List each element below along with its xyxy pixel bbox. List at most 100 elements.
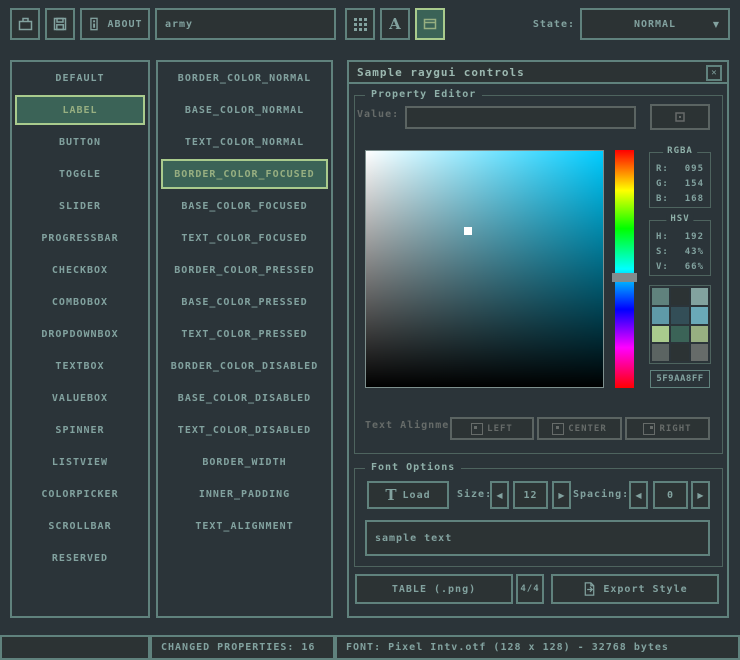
font-A-icon: A [389,15,401,33]
arrow-right-icon: ▶ [697,491,703,500]
state-label: State: [520,8,575,40]
list-item[interactable]: RESERVED [15,543,145,573]
export-style-label: Export Style [603,584,687,595]
list-item[interactable]: SPINNER [15,415,145,445]
hue-slider[interactable] [615,150,634,388]
list-item[interactable]: BORDER_COLOR_PRESSED [161,255,328,285]
sample-text-input[interactable]: sample text [365,520,710,556]
controls-list: DEFAULTLABELBUTTONTOGGLESLIDERPROGRESSBA… [12,62,148,616]
changed-properties-text: CHANGED PROPERTIES: 16 [161,642,315,653]
font-spacing-value-text: 0 [667,490,674,501]
font-spacing-decrease-button[interactable]: ◀ [629,481,648,509]
hex-color-value: 5F9AA8FF [656,374,703,384]
font-size-decrease-button[interactable]: ◀ [490,481,509,509]
close-button[interactable]: ✕ [706,65,722,81]
list-item[interactable]: TEXT_COLOR_PRESSED [161,319,328,349]
value-label: Value: [357,109,399,120]
list-item[interactable]: INNER_PADDING [161,479,328,509]
export-style-button[interactable]: Export Style [551,574,719,604]
hex-color-input[interactable]: 5F9AA8FF [650,370,710,388]
color-swatch[interactable] [652,288,669,305]
color-swatch[interactable] [671,288,688,305]
rgba-r-label: R: [656,162,669,177]
value-edit-button[interactable] [650,104,710,130]
style-name-value: army [165,19,193,30]
hsv-h-value: 192 [685,230,704,245]
list-item[interactable]: BASE_COLOR_DISABLED [161,383,328,413]
rgba-group: RGBA R:095 G:154 B:168 [649,152,711,208]
color-swatch[interactable] [691,344,708,361]
rguistyler-window: ABOUT army A State: NORMAL ▼ DEFAULTLABE… [0,0,740,660]
font-view-button[interactable]: A [380,8,410,40]
list-item[interactable]: BUTTON [15,127,145,157]
align-right-button[interactable]: RIGHT [625,417,710,440]
text-T-icon: T [385,486,396,504]
close-icon: ✕ [711,68,716,78]
list-item[interactable]: COMBOBOX [15,287,145,317]
color-swatch[interactable] [652,307,669,324]
value-input[interactable] [405,106,636,129]
color-swatch[interactable] [691,326,708,343]
align-right-label: RIGHT [659,424,691,434]
font-info-text: FONT: Pixel Intv.otf (128 x 128) - 32768… [346,642,669,653]
color-swatch[interactable] [652,326,669,343]
export-format-counter[interactable]: 4/4 [516,574,544,604]
align-center-label: CENTER [568,424,607,434]
load-font-button[interactable]: T Load [367,481,449,509]
list-item[interactable]: LISTVIEW [15,447,145,477]
font-size-increase-button[interactable]: ▶ [552,481,571,509]
sample-window-title: Sample raygui controls [357,66,525,79]
about-button[interactable]: ABOUT [80,8,150,40]
color-saturation-value-panel[interactable] [365,150,604,388]
list-item[interactable]: BORDER_COLOR_DISABLED [161,351,328,381]
list-item[interactable]: PROGRESSBAR [15,223,145,253]
align-right-icon [643,423,655,435]
list-item[interactable]: BORDER_COLOR_FOCUSED [161,159,328,189]
list-item[interactable]: BASE_COLOR_FOCUSED [161,191,328,221]
save-file-button[interactable] [45,8,75,40]
color-swatch[interactable] [671,307,688,324]
list-item[interactable]: TEXT_COLOR_DISABLED [161,415,328,445]
list-item[interactable]: SCROLLBAR [15,511,145,541]
arrow-right-icon: ▶ [558,491,564,500]
color-picker-marker[interactable] [464,227,472,235]
list-item[interactable]: BASE_COLOR_PRESSED [161,287,328,317]
font-spacing-increase-button[interactable]: ▶ [691,481,710,509]
open-file-button[interactable] [10,8,40,40]
list-item[interactable]: DROPDOWNBOX [15,319,145,349]
style-name-input[interactable]: army [155,8,336,40]
hue-slider-handle[interactable] [612,273,637,282]
rgba-r-value: 095 [685,162,704,177]
list-item[interactable]: TEXT_COLOR_FOCUSED [161,223,328,253]
color-swatch[interactable] [652,344,669,361]
list-item[interactable]: TOGGLE [15,159,145,189]
color-swatch[interactable] [671,326,688,343]
align-center-button[interactable]: CENTER [537,417,622,440]
list-item[interactable]: TEXT_ALIGNMENT [161,511,328,541]
align-left-label: LEFT [487,424,513,434]
color-swatch[interactable] [671,344,688,361]
list-item[interactable]: TEXT_COLOR_NORMAL [161,127,328,157]
list-item[interactable]: BASE_COLOR_NORMAL [161,95,328,125]
grid-view-button[interactable] [345,8,375,40]
style-view-button[interactable] [415,8,445,40]
font-spacing-value[interactable]: 0 [653,481,688,509]
sample-window-titlebar[interactable]: Sample raygui controls ✕ [349,62,727,84]
font-size-value[interactable]: 12 [513,481,548,509]
align-left-button[interactable]: LEFT [450,417,534,440]
color-swatch[interactable] [691,307,708,324]
list-item[interactable]: SLIDER [15,191,145,221]
list-item[interactable]: LABEL [15,95,145,125]
list-item[interactable]: COLORPICKER [15,479,145,509]
list-item[interactable]: VALUEBOX [15,383,145,413]
list-item[interactable]: CHECKBOX [15,255,145,285]
state-dropdown[interactable]: NORMAL ▼ [580,8,730,40]
rgba-g-label: G: [656,177,669,192]
color-swatch[interactable] [691,288,708,305]
export-table-button[interactable]: TABLE (.png) [355,574,513,604]
list-item[interactable]: TEXTBOX [15,351,145,381]
chevron-down-icon: ▼ [713,20,719,29]
list-item[interactable]: BORDER_COLOR_NORMAL [161,63,328,93]
list-item[interactable]: DEFAULT [15,63,145,93]
list-item[interactable]: BORDER_WIDTH [161,447,328,477]
